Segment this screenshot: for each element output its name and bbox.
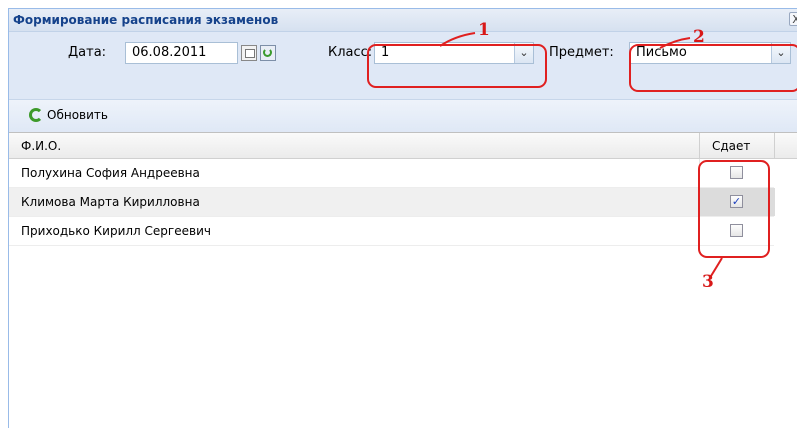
table-row[interactable]: Приходько Кирилл Сергеевич (9, 217, 774, 246)
passes-checkbox[interactable] (730, 166, 743, 179)
exam-schedule-window: Формирование расписания экзаменов X Дата… (8, 8, 797, 433)
subject-select[interactable]: Письмо ⌄ (629, 42, 791, 64)
subject-value: Письмо (636, 45, 687, 60)
passes-cell (699, 159, 775, 187)
grid-header: Ф.И.О. Сдает (9, 133, 797, 159)
chevron-down-icon[interactable]: ⌄ (771, 43, 790, 63)
date-value: 06.08.2011 (132, 45, 207, 60)
table-row[interactable]: Климова Марта Кирилловна ✓ (9, 188, 775, 217)
subject-label: Предмет: (549, 45, 614, 60)
window-titlebar: Формирование расписания экзаменов X (9, 9, 797, 32)
annotation-label-1: 1 (478, 20, 490, 40)
passes-cell (699, 217, 775, 245)
passes-cell: ✓ (699, 188, 775, 216)
refresh-icon (29, 108, 43, 122)
column-divider (774, 133, 775, 158)
date-field[interactable]: 06.08.2011 (125, 42, 238, 64)
chevron-down-icon[interactable]: ⌄ (514, 43, 533, 63)
calendar-icon[interactable] (241, 45, 257, 61)
table-row[interactable]: Полухина София Андреевна (9, 159, 774, 188)
class-select[interactable]: 1 ⌄ (374, 42, 534, 64)
class-label: Класс: (328, 45, 373, 60)
class-value: 1 (381, 45, 390, 60)
passes-checkbox[interactable]: ✓ (730, 195, 743, 208)
close-icon: X (792, 13, 797, 26)
students-grid: Ф.И.О. Сдает Полухина София Андреевна Кл… (9, 132, 797, 433)
student-name: Климова Марта Кирилловна (21, 195, 200, 209)
refresh-date-icon[interactable] (260, 45, 276, 61)
column-header-passes[interactable]: Сдает (712, 139, 750, 153)
annotation-label-3: 3 (702, 272, 714, 292)
window-title: Формирование расписания экзаменов (13, 13, 279, 27)
refresh-label: Обновить (47, 108, 108, 122)
passes-checkbox[interactable] (730, 224, 743, 237)
action-toolbar: Обновить (9, 99, 797, 132)
annotation-label-2: 2 (693, 27, 705, 47)
date-label: Дата: (68, 45, 107, 60)
column-header-name[interactable]: Ф.И.О. (21, 139, 61, 153)
student-name: Приходько Кирилл Сергеевич (21, 224, 211, 238)
column-divider (699, 133, 700, 158)
student-name: Полухина София Андреевна (21, 166, 200, 180)
close-button[interactable]: X (789, 12, 797, 26)
filter-toolbar: Дата: 06.08.2011 Класс: 1 ⌄ Предмет: Пис… (9, 32, 797, 99)
